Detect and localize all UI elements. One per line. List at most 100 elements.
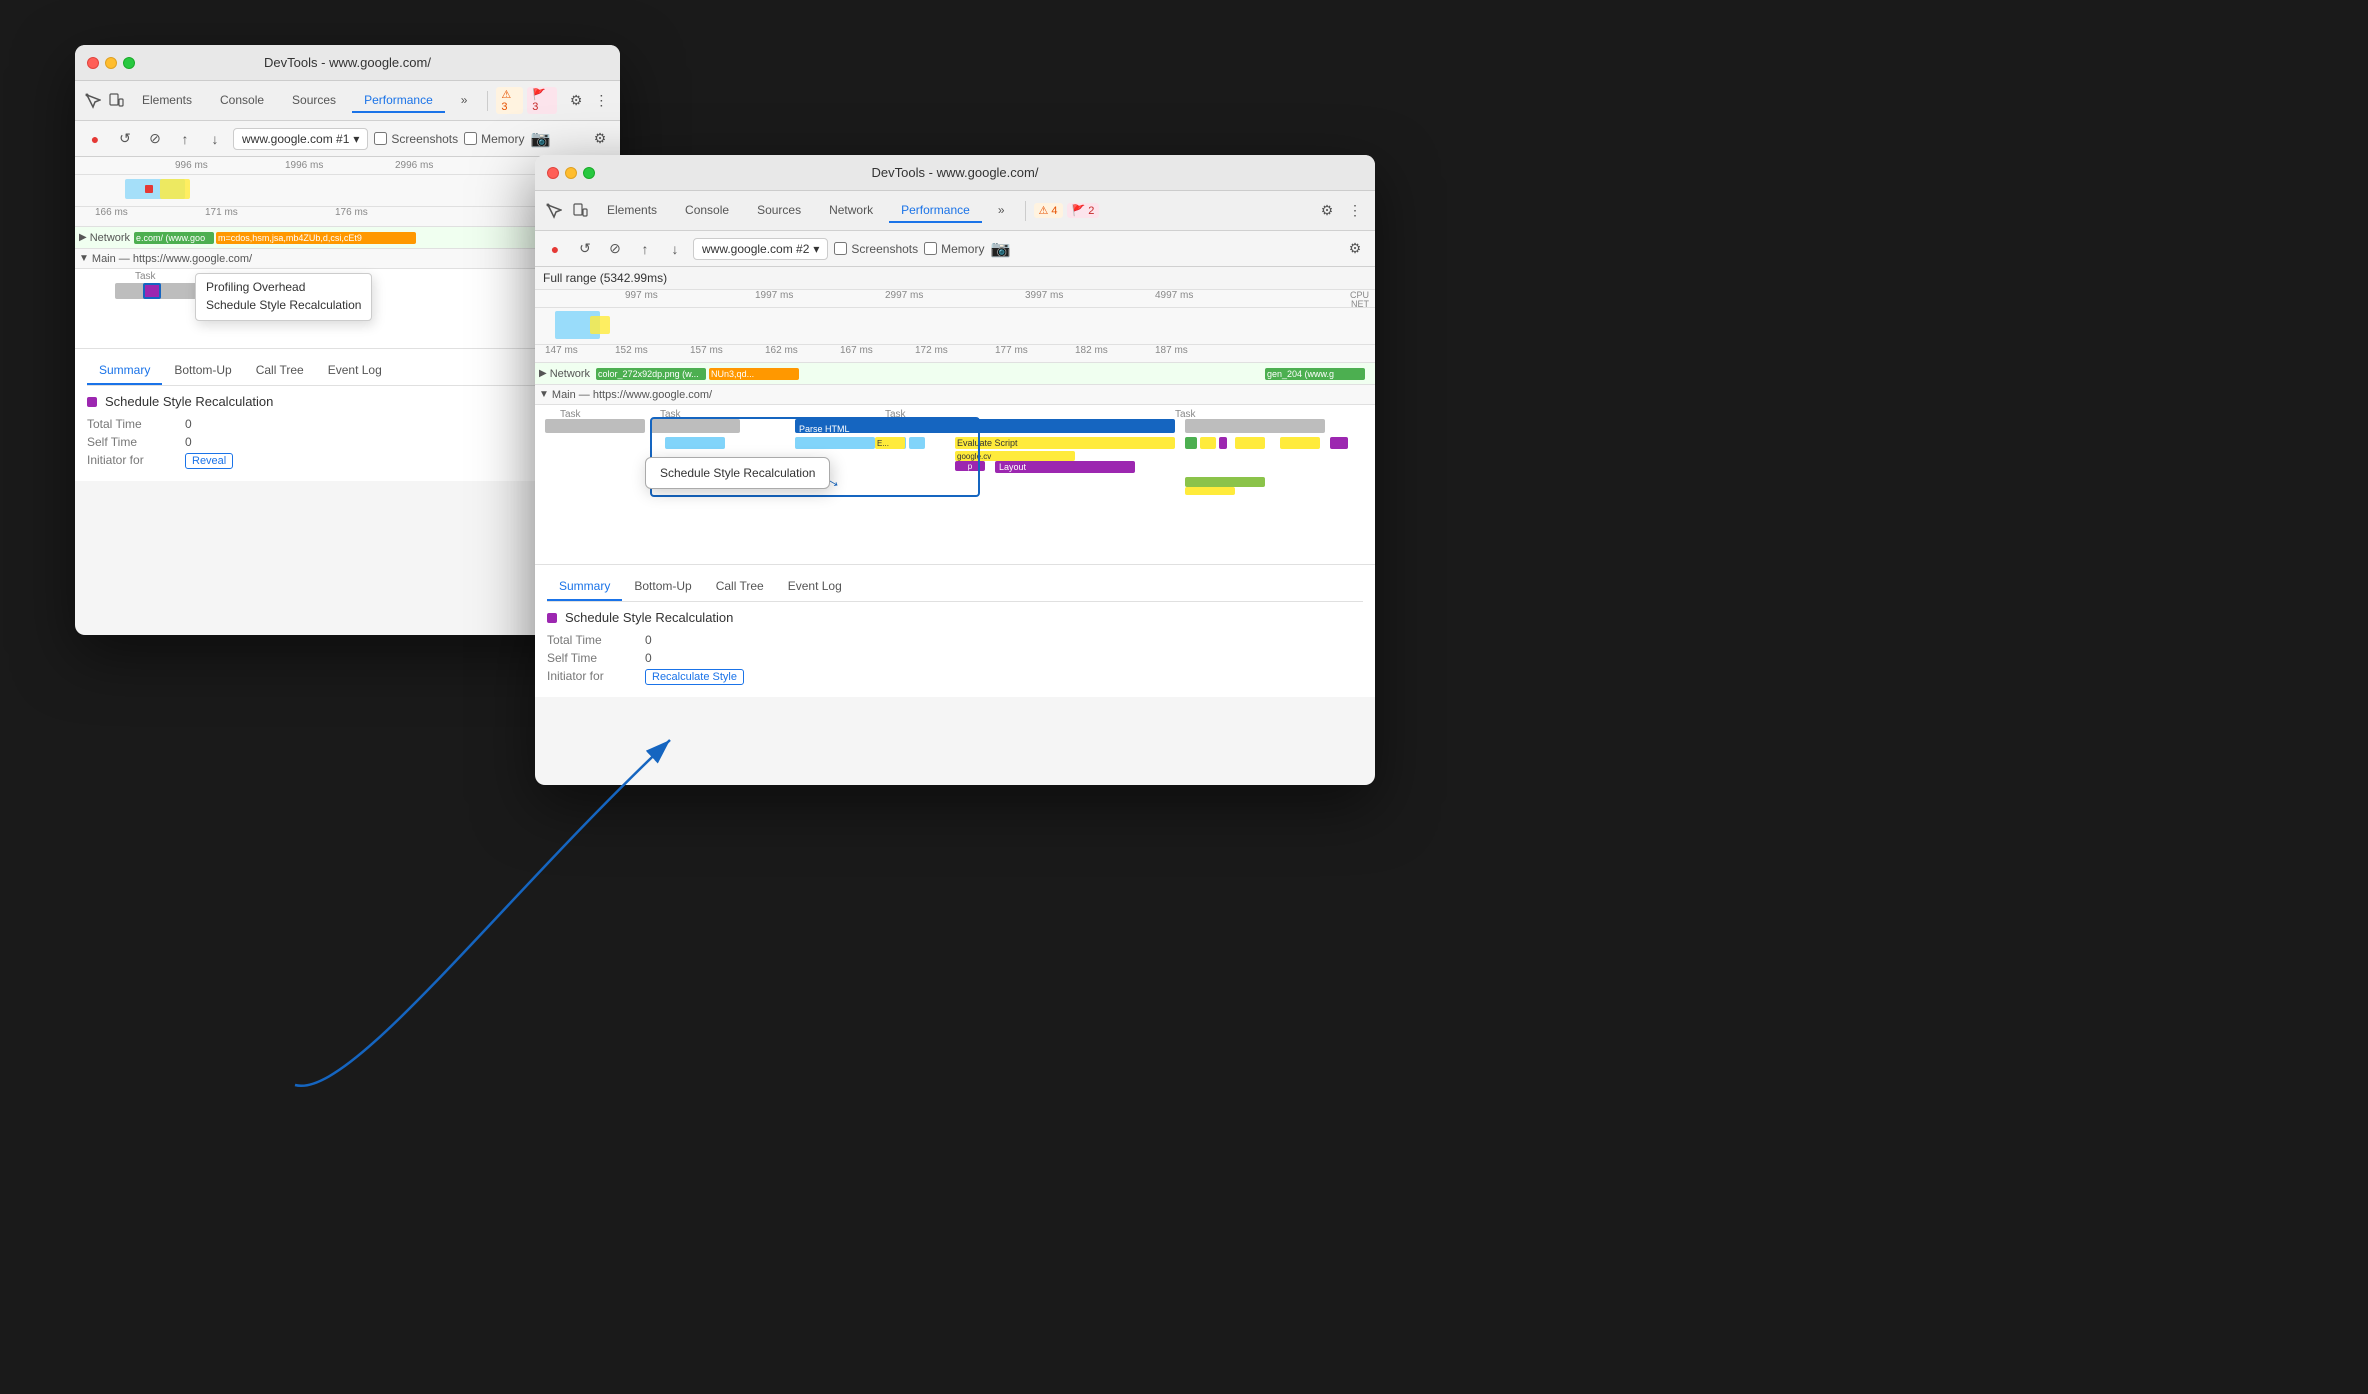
total-time-row-1: Total Time 0	[87, 417, 608, 431]
close-button-2[interactable]	[547, 167, 559, 179]
url-selector-2[interactable]: www.google.com #2 ▾	[693, 238, 828, 260]
tab-performance-2[interactable]: Performance	[889, 199, 982, 223]
minimize-button-2[interactable]	[565, 167, 577, 179]
minimize-button-1[interactable]	[105, 57, 117, 69]
screenshots-checkbox-1[interactable]	[374, 132, 387, 145]
schedule-style-bar-1[interactable]	[143, 283, 161, 299]
memory-toggle-1[interactable]: Memory	[464, 132, 524, 146]
tab-bar-1: Elements Console Sources Performance » ⚠…	[75, 81, 620, 121]
menu-icon-1[interactable]: ⋮	[591, 89, 612, 113]
settings2-icon-1[interactable]: ⚙	[588, 127, 612, 151]
network-bar-content-1: m=cdos,hsm,jsa,mb4ZUb,d,csi,cEt9	[216, 232, 416, 244]
mark-996: 996 ms	[175, 160, 208, 171]
gray-task-3	[1185, 419, 1325, 433]
tooltip-popup-1: Profiling Overhead Schedule Style Recalc…	[195, 273, 372, 321]
tab-more-1[interactable]: »	[449, 89, 480, 113]
upload-icon-2[interactable]: ↑	[633, 237, 657, 261]
inspect-icon-2[interactable]	[543, 200, 565, 222]
warn-badge-1: ⚠ 3	[496, 87, 523, 114]
full-range-label: Full range (5342.99ms)	[535, 267, 1375, 290]
maximize-button-1[interactable]	[123, 57, 135, 69]
tab-elements-1[interactable]: Elements	[130, 89, 204, 113]
perf-toolbar-2: ● ↺ ⊘ ↑ ↓ www.google.com #2 ▾ Screenshot…	[535, 231, 1375, 267]
settings-icon-1[interactable]: ⚙	[565, 89, 586, 113]
eventlog-tab-1[interactable]: Event Log	[316, 357, 394, 385]
network-bar-2c: gen_204 (www.g	[1265, 368, 1365, 380]
calltree-tab-2[interactable]: Call Tree	[704, 573, 776, 601]
clear-icon-1[interactable]: ⊘	[143, 127, 167, 151]
download-icon-2[interactable]: ↓	[663, 237, 687, 261]
mini-ruler-2: 997 ms 1997 ms 2997 ms 3997 ms 4997 ms C…	[535, 290, 1375, 308]
clear-icon-2[interactable]: ⊘	[603, 237, 627, 261]
camera-icon-2[interactable]: 📷	[990, 239, 1010, 259]
reveal-link-1[interactable]: Reveal	[185, 453, 233, 469]
e-bar: E...	[875, 437, 905, 449]
green-bar-1	[1185, 477, 1265, 487]
network-row-2: ▶ Network color_272x92dp.png (w... NUn3,…	[535, 363, 1375, 385]
bottomup-tab-2[interactable]: Bottom-Up	[622, 573, 703, 601]
mark-172: 172 ms	[915, 345, 948, 356]
screenshots-toggle-1[interactable]: Screenshots	[374, 132, 458, 146]
gray-task-1	[545, 419, 645, 433]
main-detail-2: Task Task Task Task Parse HTML Evaluate …	[535, 405, 1375, 565]
tab-sources-1[interactable]: Sources	[280, 89, 348, 113]
mark-177: 177 ms	[995, 345, 1028, 356]
device-icon-2[interactable]	[569, 200, 591, 222]
tab-network-2[interactable]: Network	[817, 199, 885, 223]
mark-182: 182 ms	[1075, 345, 1108, 356]
network-label-2: ▶ Network	[535, 368, 594, 380]
memory-checkbox-2[interactable]	[924, 242, 937, 255]
eventlog-tab-2[interactable]: Event Log	[776, 573, 854, 601]
url-selector-1[interactable]: www.google.com #1 ▾	[233, 128, 368, 150]
net-label-2: NET	[1351, 299, 1369, 308]
close-button-1[interactable]	[87, 57, 99, 69]
mark-162: 162 ms	[765, 345, 798, 356]
tab-elements-2[interactable]: Elements	[595, 199, 669, 223]
reveal-arrow	[295, 740, 670, 1086]
devtools-window-2: DevTools - www.google.com/ Elements Cons…	[535, 155, 1375, 785]
sep-2	[1025, 201, 1026, 221]
layout-bar: Layout	[995, 461, 1135, 473]
settings2-icon-2[interactable]: ⚙	[1343, 237, 1367, 261]
url-text-2: www.google.com #2	[702, 242, 809, 256]
download-icon-1[interactable]: ↓	[203, 127, 227, 151]
summary-title-2: Schedule Style Recalculation	[547, 610, 1363, 625]
tab-console-2[interactable]: Console	[673, 199, 741, 223]
device-icon-1[interactable]	[106, 90, 125, 112]
reload-icon-2[interactable]: ↺	[573, 237, 597, 261]
tab-more-2[interactable]: »	[986, 199, 1017, 223]
task-label-1: Task	[135, 271, 156, 282]
err-badge-2: 🚩 2	[1067, 203, 1100, 218]
url-chevron-1: ▾	[353, 132, 359, 146]
tab-performance-1[interactable]: Performance	[352, 89, 445, 113]
summary-tab-2[interactable]: Summary	[547, 573, 622, 601]
menu-icon-2[interactable]: ⋮	[1343, 199, 1367, 223]
network-bar-2a: color_272x92dp.png (w...	[596, 368, 706, 380]
initiator-row-2: Initiator for Recalculate Style	[547, 669, 1363, 685]
settings-icon-2[interactable]: ⚙	[1315, 199, 1339, 223]
summary-tab-1[interactable]: Summary	[87, 357, 162, 385]
record-icon-2[interactable]: ●	[543, 237, 567, 261]
evaluate-script-bar: Evaluate Script	[955, 437, 1175, 449]
maximize-button-2[interactable]	[583, 167, 595, 179]
mark-2997: 2997 ms	[885, 290, 923, 301]
perf-toolbar-1: ● ↺ ⊘ ↑ ↓ www.google.com #1 ▾ Screenshot…	[75, 121, 620, 157]
bottomup-tab-1[interactable]: Bottom-Up	[162, 357, 243, 385]
calltree-tab-1[interactable]: Call Tree	[244, 357, 316, 385]
upload-icon-1[interactable]: ↑	[173, 127, 197, 151]
mark-167: 167 ms	[840, 345, 873, 356]
memory-checkbox-1[interactable]	[464, 132, 477, 145]
reload-icon-1[interactable]: ↺	[113, 127, 137, 151]
tab-console-1[interactable]: Console	[208, 89, 276, 113]
sep-1	[487, 91, 488, 111]
camera-icon-1[interactable]: 📷	[530, 129, 550, 149]
screenshots-checkbox-2[interactable]	[834, 242, 847, 255]
summary-title-1: Schedule Style Recalculation	[87, 394, 608, 409]
screenshots-toggle-2[interactable]: Screenshots	[834, 242, 918, 256]
tab-sources-2[interactable]: Sources	[745, 199, 813, 223]
record-icon-1[interactable]: ●	[83, 127, 107, 151]
memory-toggle-2[interactable]: Memory	[924, 242, 984, 256]
inspect-icon-1[interactable]	[83, 90, 102, 112]
yellow-bar-1	[1185, 487, 1235, 495]
recalculate-link-2[interactable]: Recalculate Style	[645, 669, 744, 685]
